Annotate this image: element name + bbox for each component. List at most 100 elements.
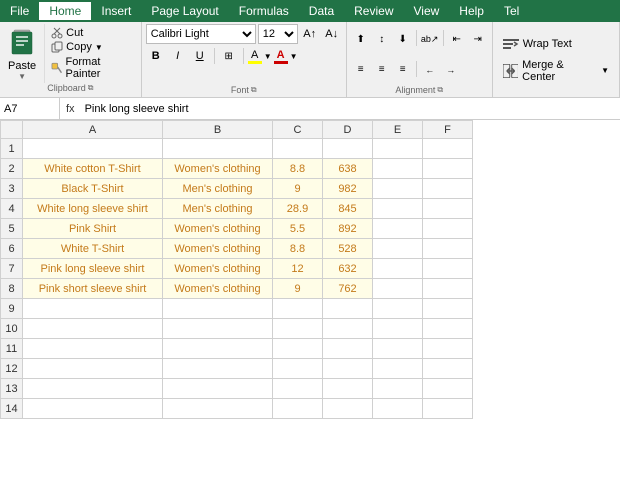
table-cell[interactable] [423,259,473,279]
col-header-b[interactable]: B [163,121,273,139]
table-cell[interactable] [23,299,163,319]
table-cell[interactable] [373,139,423,159]
table-cell[interactable] [373,339,423,359]
table-cell[interactable] [423,359,473,379]
table-cell[interactable] [163,339,273,359]
table-cell[interactable] [373,159,423,179]
table-cell[interactable]: Women's clothing [163,279,273,299]
underline-button[interactable]: U [190,46,210,66]
table-cell[interactable]: Pink Shirt [23,219,163,239]
menu-file[interactable]: File [0,2,39,20]
table-cell[interactable]: Men's clothing [163,199,273,219]
table-cell[interactable] [423,299,473,319]
row-header-3[interactable]: 3 [1,179,23,199]
menu-tel[interactable]: Tel [494,2,529,20]
table-cell[interactable]: 762 [323,279,373,299]
col-header-d[interactable]: D [323,121,373,139]
table-cell[interactable] [323,399,373,419]
table-cell[interactable] [373,219,423,239]
row-header-9[interactable]: 9 [1,299,23,319]
row-header-1[interactable]: 1 [1,139,23,159]
wrap-text-button[interactable]: Wrap Text [501,35,611,53]
table-cell[interactable]: Women's clothing [163,239,273,259]
menu-data[interactable]: Data [299,2,344,20]
table-cell[interactable] [163,399,273,419]
table-cell[interactable] [163,139,273,159]
table-cell[interactable] [273,319,323,339]
row-header-8[interactable]: 8 [1,279,23,299]
highlight-dropdown[interactable]: ▼ [264,52,272,61]
table-cell[interactable] [423,399,473,419]
cut-button[interactable]: Cut [49,26,137,40]
table-cell[interactable] [273,299,323,319]
menu-help[interactable]: Help [449,2,494,20]
table-cell[interactable]: 12 [273,259,323,279]
table-cell[interactable] [23,319,163,339]
table-cell[interactable] [273,379,323,399]
table-cell[interactable]: White cotton T-Shirt [23,159,163,179]
table-cell[interactable] [423,339,473,359]
table-cell[interactable] [273,399,323,419]
table-cell[interactable] [423,159,473,179]
table-cell[interactable] [323,359,373,379]
font-face-select[interactable]: Calibri Light [146,24,256,44]
table-cell[interactable] [323,379,373,399]
col-header-f[interactable]: F [423,121,473,139]
table-cell[interactable] [23,139,163,159]
table-cell[interactable]: 8.8 [273,239,323,259]
table-cell[interactable] [373,379,423,399]
table-cell[interactable] [423,139,473,159]
merge-center-button[interactable]: Merge & Center ▼ [501,57,611,85]
row-header-10[interactable]: 10 [1,319,23,339]
col-header-c[interactable]: C [273,121,323,139]
table-cell[interactable] [273,139,323,159]
menu-home[interactable]: Home [39,2,91,20]
align-left-button[interactable]: ≡ [351,61,371,79]
angle-text-button[interactable]: ab↗ [420,30,440,48]
align-middle-button[interactable]: ↕ [372,30,392,48]
bold-button[interactable]: B [146,46,166,66]
table-cell[interactable] [423,319,473,339]
col-header-e[interactable]: E [373,121,423,139]
table-cell[interactable] [373,319,423,339]
table-cell[interactable] [423,219,473,239]
row-header-6[interactable]: 6 [1,239,23,259]
indent-increase-button[interactable]: ⇥ [468,30,488,48]
table-cell[interactable]: 9 [273,179,323,199]
font-color-button[interactable]: A [274,49,288,64]
table-cell[interactable] [23,379,163,399]
table-cell[interactable] [323,299,373,319]
border-button[interactable]: ⊞ [219,46,239,66]
table-cell[interactable]: 892 [323,219,373,239]
paste-dropdown-icon[interactable]: ▼ [18,72,26,81]
align-center-button[interactable]: ≡ [372,61,392,79]
table-cell[interactable] [423,279,473,299]
copy-button[interactable]: Copy ▼ [49,40,137,54]
row-header-4[interactable]: 4 [1,199,23,219]
col-header-a[interactable]: A [23,121,163,139]
table-cell[interactable] [373,239,423,259]
font-color-dropdown[interactable]: ▼ [290,52,298,61]
table-cell[interactable]: Women's clothing [163,259,273,279]
menu-page-layout[interactable]: Page Layout [141,2,228,20]
paste-button[interactable]: Paste ▼ [0,24,45,83]
table-cell[interactable] [23,339,163,359]
decrease-font-button[interactable]: A↓ [322,24,342,44]
copy-dropdown[interactable]: ▼ [95,43,103,52]
cell-reference[interactable]: A7 [0,98,60,119]
alignment-expand-icon[interactable]: ⧉ [437,85,443,95]
table-cell[interactable] [423,179,473,199]
table-cell[interactable]: 982 [323,179,373,199]
table-cell[interactable]: 5.5 [273,219,323,239]
format-painter-button[interactable]: Format Painter [49,55,137,81]
table-cell[interactable]: 28.9 [273,199,323,219]
row-header-11[interactable]: 11 [1,339,23,359]
table-cell[interactable]: Pink long sleeve shirt [23,259,163,279]
table-cell[interactable] [273,359,323,379]
row-header-7[interactable]: 7 [1,259,23,279]
italic-button[interactable]: I [168,46,188,66]
table-cell[interactable] [23,399,163,419]
table-cell[interactable]: White T-Shirt [23,239,163,259]
table-cell[interactable] [323,139,373,159]
row-header-14[interactable]: 14 [1,399,23,419]
